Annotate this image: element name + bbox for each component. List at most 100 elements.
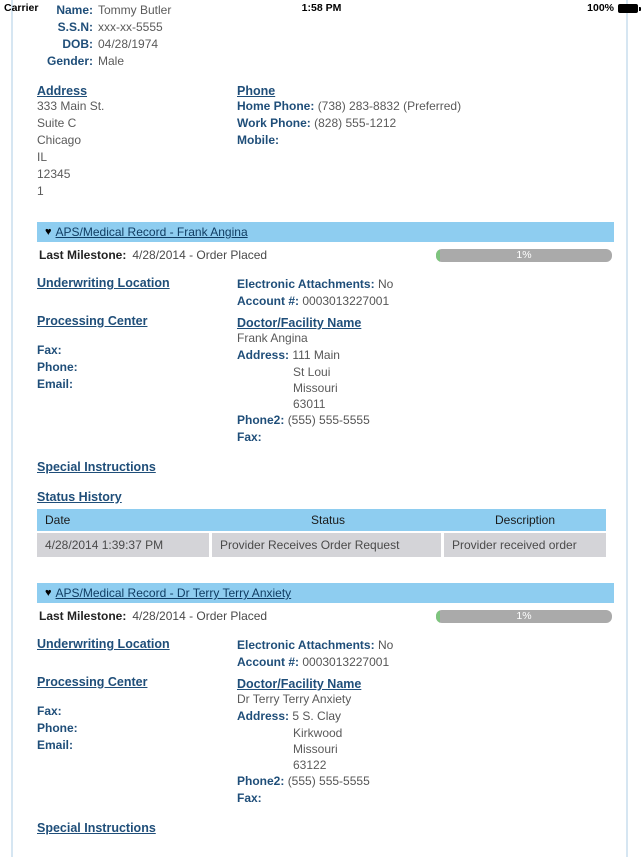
field-name-label: Name: [56, 3, 93, 17]
electronic-attachments-label: Electronic Attachments: [237, 638, 375, 652]
cell-description: Provider received order [444, 533, 606, 557]
cell-status: Provider Receives Order Request [212, 533, 441, 557]
status-history-heading[interactable]: Status History [37, 490, 122, 504]
electronic-attachments-value: No [377, 277, 394, 291]
last-milestone-row: Last Milestone: 4/28/2014 - Order Placed… [37, 609, 614, 623]
special-instructions-heading[interactable]: Special Instructions [37, 821, 156, 835]
phone-row: Phone: [37, 359, 237, 376]
address-line: Suite C [37, 116, 77, 130]
fax-label: Fax: [37, 704, 62, 718]
doctor-phone2-row: Phone2: (555) 555-5555 [237, 412, 614, 429]
phone-label: Phone: [37, 360, 78, 374]
doctor-fax-label: Fax: [237, 791, 262, 805]
home-phone-row: Home Phone: (738) 283-8832 (Preferred) [237, 98, 614, 115]
electronic-attachments-row: Electronic Attachments: No [237, 637, 614, 654]
doctor-fax-label: Fax: [237, 430, 262, 444]
work-phone-value: (828) 555-1212 [314, 116, 397, 130]
doctor-address-line1: 5 S. Clay [292, 709, 342, 723]
address-line: 1 [37, 184, 44, 198]
progress-bar: 1% [436, 248, 612, 262]
doctor-address-line1: 111 Main [292, 348, 340, 362]
address-phone-columns: Address 333 Main St. Suite C Chicago IL … [37, 84, 614, 200]
cell-date: 4/28/2014 1:39:37 PM [37, 533, 209, 557]
email-row: Email: [37, 737, 237, 754]
doctor-facility-name-value: Frank Angina [237, 331, 308, 345]
field-dob-value: 04/28/1974 [98, 37, 159, 51]
doctor-phone2-value: (555) 555-5555 [287, 774, 370, 788]
field-gender: Gender: Male [37, 53, 614, 70]
record-header-bar[interactable]: ♥ APS/Medical Record - Dr Terry Terry An… [37, 583, 614, 603]
record-body-columns: Underwriting Location Processing Center … [37, 262, 614, 446]
record-right-column: Electronic Attachments: No Account #: 00… [237, 276, 614, 446]
doctor-phone2-value: (555) 555-5555 [287, 413, 370, 427]
underwriting-location-heading[interactable]: Underwriting Location [37, 276, 170, 290]
doctor-address-line: St Loui [293, 365, 331, 379]
phone-label: Phone: [37, 721, 78, 735]
field-dob-label: DOB: [62, 37, 93, 51]
home-phone-value: (738) 283-8832 (Preferred) [317, 99, 462, 113]
account-number-label: Account #: [237, 294, 300, 308]
address-line: 333 Main St. [37, 99, 105, 113]
account-number-label: Account #: [237, 655, 300, 669]
address-line: Chicago [37, 133, 82, 147]
doctor-fax-row: Fax: [237, 429, 614, 446]
phone-column: Phone Home Phone: (738) 283-8832 (Prefer… [237, 84, 614, 200]
mobile-phone-label: Mobile: [237, 133, 279, 147]
collapse-caret-icon[interactable]: ♥ [45, 587, 52, 599]
processing-center-contacts: Fax: Phone: Email: [37, 342, 237, 393]
status-history-block: Status History Date Status Description 4… [37, 490, 614, 557]
field-dob: DOB: 04/28/1974 [37, 36, 614, 53]
progress-bar-label: 1% [516, 609, 532, 622]
processing-center-contacts: Fax: Phone: Email: [37, 703, 237, 754]
record-left-column: Underwriting Location Processing Center … [37, 637, 237, 807]
doctor-facility-name-value: Dr Terry Terry Anxiety [237, 692, 352, 706]
field-ssn: S.S.N: xxx-xx-5555 [37, 19, 614, 36]
address-heading[interactable]: Address [37, 84, 87, 98]
doctor-facility-heading[interactable]: Doctor/Facility Name [237, 677, 361, 691]
record-header-bar[interactable]: ♥ APS/Medical Record - Frank Angina [37, 222, 614, 242]
doctor-fax-row: Fax: [237, 790, 614, 807]
page-inner: Name: Tommy Butler S.S.N: xxx-xx-5555 DO… [13, 0, 626, 835]
progress-bar-label: 1% [516, 248, 532, 261]
phone-heading[interactable]: Phone [237, 84, 275, 98]
doctor-address-line: Missouri [293, 742, 338, 756]
column-header-date: Date [45, 513, 71, 527]
doctor-address-label: Address: [237, 709, 290, 723]
last-milestone-label: Last Milestone: [39, 609, 127, 623]
record-title-link[interactable]: APS/Medical Record - Dr Terry Terry Anxi… [56, 586, 292, 600]
fax-row: Fax: [37, 342, 237, 359]
doctor-facility-heading[interactable]: Doctor/Facility Name [237, 316, 361, 330]
progress-bar: 1% [436, 609, 612, 623]
record-section: ♥ APS/Medical Record - Frank Angina Last… [37, 222, 614, 557]
column-header-status: Status [310, 513, 346, 527]
mobile-phone-row: Mobile: [237, 132, 614, 149]
special-instructions-heading[interactable]: Special Instructions [37, 460, 156, 474]
underwriting-location-heading[interactable]: Underwriting Location [37, 637, 170, 651]
last-milestone-row: Last Milestone: 4/28/2014 - Order Placed… [37, 248, 614, 262]
work-phone-row: Work Phone: (828) 555-1212 [237, 115, 614, 132]
record-section: ♥ APS/Medical Record - Dr Terry Terry An… [37, 583, 614, 835]
processing-center-heading[interactable]: Processing Center [37, 675, 147, 689]
account-number-value: 0003013227001 [302, 655, 390, 669]
doctor-address-line: 63122 [293, 758, 327, 772]
status-history-header-row: Date Status Description [37, 509, 606, 531]
email-label: Email: [37, 377, 74, 391]
account-number-value: 0003013227001 [302, 294, 390, 308]
field-ssn-label: S.S.N: [57, 20, 93, 34]
record-right-column: Electronic Attachments: No Account #: 00… [237, 637, 614, 807]
doctor-address-line: Missouri [293, 381, 338, 395]
field-ssn-value: xxx-xx-5555 [98, 20, 163, 34]
account-number-row: Account #: 0003013227001 [237, 654, 614, 671]
doctor-address-line: 63011 [293, 397, 326, 411]
home-phone-label: Home Phone: [237, 99, 315, 113]
column-header-description: Description [494, 513, 556, 527]
electronic-attachments-row: Electronic Attachments: No [237, 276, 614, 293]
last-milestone-label: Last Milestone: [39, 248, 127, 262]
table-row: 4/28/2014 1:39:37 PM Provider Receives O… [37, 533, 606, 557]
record-title-link[interactable]: APS/Medical Record - Frank Angina [56, 225, 248, 239]
address-line: 12345 [37, 167, 71, 181]
processing-center-heading[interactable]: Processing Center [37, 314, 147, 328]
collapse-caret-icon[interactable]: ♥ [45, 226, 52, 238]
electronic-attachments-label: Electronic Attachments: [237, 277, 375, 291]
record-left-column: Underwriting Location Processing Center … [37, 276, 237, 446]
